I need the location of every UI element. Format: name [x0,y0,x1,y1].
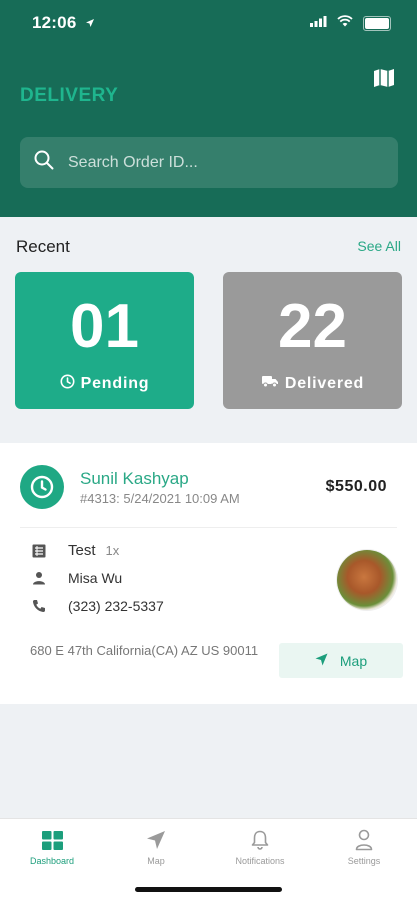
order-card[interactable]: Sunil Kashyap #4313: 5/24/2021 10:09 AM … [0,443,417,704]
header: 12:06 DELIVERY [0,0,417,217]
person-icon [30,571,48,585]
delivery-address: 680 E 47th California(CA) AZ US 90011 [30,643,259,658]
bell-icon [220,828,300,852]
user-icon [324,828,404,852]
status-icons [310,14,391,32]
truck-icon [261,374,279,393]
customer-name: Sunil Kashyap [80,469,189,488]
divider [20,527,397,528]
order-meta: #4313: 5/24/2021 10:09 AM [80,491,240,506]
clock-icon [60,374,75,394]
item-quantity: 1x [105,543,120,558]
food-image [337,550,397,610]
list-icon [30,544,48,558]
navigation-icon [116,828,196,852]
battery-icon [363,15,391,31]
item-name: Test [68,542,96,559]
home-indicator[interactable] [135,887,282,892]
tab-label: Settings [347,856,381,866]
status-bar: 12:06 [0,0,417,44]
delivered-card[interactable]: 22 Delivered [223,272,402,409]
delivered-count: 22 [278,292,347,361]
wifi-icon [337,14,353,32]
contact-row: Misa Wu [30,570,122,586]
navigation-icon [315,653,328,669]
delivered-label-wrap: Delivered [223,374,402,393]
delivered-label: Delivered [284,374,365,392]
signal-icon [310,14,327,32]
tab-dashboard[interactable]: Dashboard [12,828,92,866]
phone-number[interactable]: (323) 232-5337 [68,598,164,614]
map-icon[interactable] [373,68,395,93]
pending-count: 01 [70,292,139,361]
search-box[interactable] [20,137,398,188]
dashboard-icon [12,828,92,852]
status-time-wrap: 12:06 [32,13,95,33]
tab-settings[interactable]: Settings [324,828,404,866]
recent-title: Recent [16,237,70,256]
pending-card[interactable]: 01 Pending [15,272,194,409]
tab-label: Notifications [235,856,285,866]
order-item-row: Test 1x [30,542,119,559]
location-arrow-icon [85,13,95,33]
map-button-label: Map [339,652,368,669]
order-status-clock-icon [20,465,64,509]
phone-icon [30,599,48,613]
contact-name: Misa Wu [68,570,123,586]
map-button[interactable]: Map [279,643,403,678]
search-icon [34,150,54,175]
tab-notifications[interactable]: Notifications [220,828,300,866]
status-time: 12:06 [32,13,77,32]
search-input[interactable] [66,152,370,173]
brand-title: DELIVERY [20,85,119,106]
pending-label: Pending [80,375,150,392]
tab-label: Map [147,856,165,866]
tab-map[interactable]: Map [116,828,196,866]
phone-row: (323) 232-5337 [30,598,164,614]
see-all-link[interactable]: See All [357,238,401,254]
tab-label: Dashboard [29,856,75,866]
order-price: $550.00 [325,478,387,495]
pending-label-wrap: Pending [15,374,194,394]
